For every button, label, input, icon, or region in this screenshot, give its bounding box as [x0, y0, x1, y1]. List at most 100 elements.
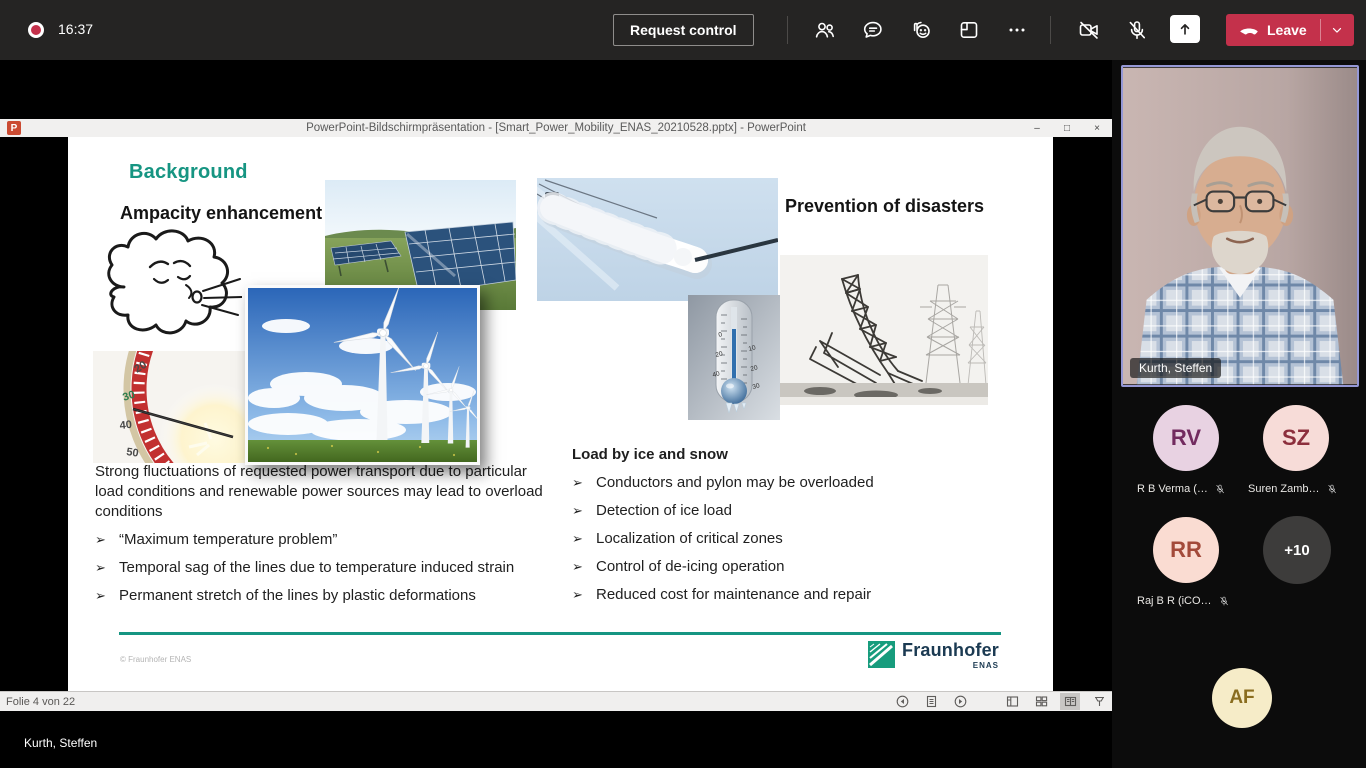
right-text-block: Load by ice and snow ➢ Conductors and py… — [572, 445, 1024, 605]
dial-thermometer-image: 20 30 40 50 — [93, 351, 247, 463]
camera-off-icon — [1077, 18, 1101, 42]
reactions-button[interactable] — [904, 14, 938, 46]
normal-view-button[interactable] — [1002, 693, 1022, 710]
mic-off-icon — [1214, 483, 1226, 495]
logo-unit: ENAS — [973, 661, 999, 670]
powerpoint-titlebar: P PowerPoint-Bildschirmpräsentation - [S… — [0, 119, 1112, 137]
leave-label: Leave — [1267, 22, 1307, 38]
presenter-name-overlay: Kurth, Steffen — [24, 736, 97, 750]
next-slide-button[interactable] — [950, 693, 970, 710]
previous-slide-button[interactable] — [892, 693, 912, 710]
toolbar-divider — [787, 16, 788, 44]
bullet-marker: ➢ — [572, 585, 586, 605]
share-tray-button[interactable] — [1170, 15, 1200, 43]
bullet-item: ➢ Permanent stretch of the lines by plas… — [95, 586, 547, 606]
mic-off-icon — [1326, 483, 1338, 495]
bullet-item: ➢ Conductors and pylon may be overloaded — [572, 473, 1024, 493]
slide-copyright: © Fraunhofer ENAS — [120, 655, 191, 664]
collapsed-pylons-image — [780, 255, 988, 405]
powerpoint-window: P PowerPoint-Bildschirmpräsentation - [S… — [0, 119, 1112, 711]
hang-up-icon — [1239, 24, 1259, 36]
participant-avatar-af[interactable]: AF — [1212, 668, 1272, 728]
participants-button[interactable] — [808, 14, 842, 46]
left-heading: Ampacity enhancement — [120, 203, 322, 224]
blowing-cloud-cartoon — [90, 223, 242, 365]
powerpoint-icon: P — [7, 121, 21, 135]
logo-wordmark: Fraunhofer — [902, 641, 999, 660]
speaker-video-tile[interactable]: Kurth, Steffen — [1121, 65, 1359, 387]
leave-split-button: Leave — [1226, 14, 1354, 46]
video-name-label: Kurth, Steffen — [1130, 358, 1221, 378]
right-heading: Prevention of disasters — [785, 196, 984, 217]
meeting-toolbar: 16:37 Request control — [0, 0, 1366, 60]
toolbar-divider — [1050, 16, 1051, 44]
bullet-marker: ➢ — [95, 586, 109, 606]
presentation-canvas: Background Ampacity enhancement Preventi… — [0, 137, 1112, 691]
rooms-icon — [957, 18, 981, 42]
bullet-marker: ➢ — [572, 473, 586, 493]
svg-text:50: 50 — [126, 446, 140, 460]
fraunhofer-logo: Fraunhofer ENAS — [868, 641, 999, 670]
more-icon — [1005, 18, 1029, 42]
fraunhofer-logo-icon — [868, 641, 895, 668]
chat-icon — [861, 18, 885, 42]
participant-avatar-sz[interactable]: SZ — [1263, 405, 1329, 471]
bullet-item: ➢ Temporal sag of the lines due to tempe… — [95, 558, 547, 578]
participant-label: R B Verma (… — [1137, 483, 1226, 495]
bullet-item: ➢ Reduced cost for maintenance and repai… — [572, 585, 1024, 605]
left-text-block: Strong fluctuations of requested power t… — [95, 462, 547, 606]
svg-text:40: 40 — [119, 419, 132, 432]
recording-indicator — [28, 22, 44, 38]
bullet-marker: ➢ — [95, 530, 109, 550]
camera-toggle-button[interactable] — [1072, 14, 1106, 46]
chat-button[interactable] — [856, 14, 890, 46]
bullet-item: ➢ Localization of critical zones — [572, 529, 1024, 549]
overflow-participants-badge[interactable]: +10 — [1263, 516, 1331, 584]
notes-button[interactable] — [921, 693, 941, 710]
participant-avatar-rv[interactable]: RV — [1153, 405, 1219, 471]
right-subheading: Load by ice and snow — [572, 445, 1024, 465]
more-options-button[interactable] — [1000, 14, 1034, 46]
slide-counter: Folie 4 von 22 — [6, 696, 75, 708]
ice-thermometer-image: 0 20 40 10 20 30 — [688, 295, 780, 420]
chevron-down-icon — [1330, 23, 1344, 37]
teams-meeting-window: 16:37 Request control — [0, 0, 1366, 768]
bullet-item: ➢ Detection of ice load — [572, 501, 1024, 521]
screen-share-stage: P PowerPoint-Bildschirmpräsentation - [S… — [0, 60, 1112, 768]
participant-label: Suren Zamb… — [1248, 483, 1338, 495]
wind-turbines-image — [245, 285, 480, 465]
reactions-icon — [909, 18, 933, 42]
mic-off-icon — [1218, 595, 1230, 607]
powerpoint-statusbar: Folie 4 von 22 — [0, 691, 1112, 711]
meeting-timer: 16:37 — [58, 21, 93, 37]
restore-button[interactable]: □ — [1052, 119, 1082, 137]
slide-divider-rule — [119, 632, 1001, 635]
left-paragraph: Strong fluctuations of requested power t… — [95, 462, 547, 522]
slideshow-button[interactable] — [1089, 693, 1109, 710]
bullet-marker: ➢ — [572, 557, 586, 577]
slide-title: Background — [129, 161, 248, 184]
rooms-button[interactable] — [952, 14, 986, 46]
bullet-marker: ➢ — [95, 558, 109, 578]
reading-view-button[interactable] — [1060, 693, 1080, 710]
participants-sidebar: Kurth, Steffen RV SZ RR +10 AF R B Verma… — [1112, 60, 1366, 768]
leave-button[interactable]: Leave — [1226, 14, 1320, 46]
bullet-marker: ➢ — [572, 529, 586, 549]
bullet-marker: ➢ — [572, 501, 586, 521]
iced-conductor-image — [537, 178, 778, 301]
bullet-item: ➢ Control of de-icing operation — [572, 557, 1024, 577]
mic-toggle-button[interactable] — [1120, 14, 1154, 46]
slide: Background Ampacity enhancement Preventi… — [68, 137, 1053, 691]
participant-label: Raj B R (iCO… — [1137, 595, 1230, 607]
close-button[interactable]: × — [1082, 119, 1112, 137]
leave-options-button[interactable] — [1321, 14, 1354, 46]
request-control-button[interactable]: Request control — [613, 14, 754, 46]
people-icon — [813, 18, 837, 42]
window-title: PowerPoint-Bildschirmpräsentation - [Sma… — [0, 122, 1112, 134]
participant-avatar-rr[interactable]: RR — [1153, 517, 1219, 583]
mic-off-icon — [1125, 18, 1149, 42]
minimize-button[interactable]: – — [1022, 119, 1052, 137]
bullet-item: ➢ “Maximum temperature problem” — [95, 530, 547, 550]
share-up-icon — [1176, 20, 1194, 38]
slide-sorter-button[interactable] — [1031, 693, 1051, 710]
